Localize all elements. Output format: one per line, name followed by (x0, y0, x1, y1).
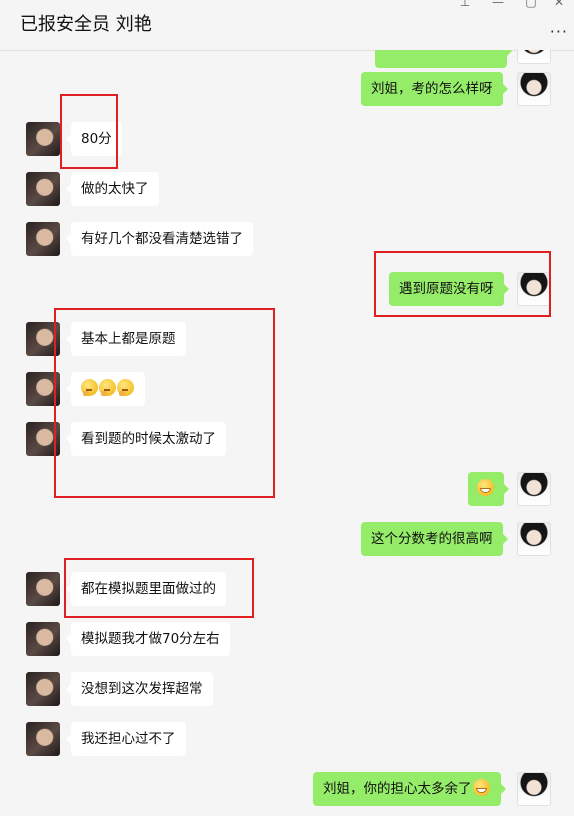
message-bubble[interactable]: 没想到这次发挥超常 (66, 672, 213, 706)
more-options-icon[interactable]: ··· (550, 22, 568, 41)
pin-icon[interactable]: ⊥ (456, 0, 474, 9)
my-avatar[interactable] (517, 772, 551, 806)
message-text: 模拟题我才做70分左右 (81, 631, 220, 647)
message-bubble[interactable]: 刘姐，你的担心太多余了 (313, 772, 505, 806)
contact-avatar[interactable] (26, 622, 60, 656)
contact-avatar[interactable] (26, 572, 60, 606)
close-icon[interactable]: ✕ (550, 0, 568, 9)
chat-title: 已报安全员 刘艳 (20, 14, 152, 35)
message-bubble[interactable]: 模拟题我才做70分左右 (66, 622, 230, 656)
contact-avatar[interactable] (26, 122, 60, 156)
message-text: 有好几个都没看清楚选错了 (81, 231, 243, 247)
maximize-icon[interactable]: ▢ (522, 0, 540, 9)
highlight-box (374, 251, 551, 317)
contact-avatar[interactable] (26, 722, 60, 756)
message-text: 刘姐，考的怎么样呀 (371, 81, 493, 97)
my-avatar[interactable] (517, 522, 551, 556)
message-bubble[interactable]: 我还担心过不了 (66, 722, 186, 756)
message-text: 没想到这次发挥超常 (81, 681, 203, 697)
message-bubble[interactable]: 有好几个都没看清楚选错了 (66, 222, 253, 256)
message-text: 我还担心过不了 (81, 731, 176, 747)
grin-emoji-icon (472, 779, 490, 796)
message-bubble[interactable]: 刘姐，考的怎么样呀 (361, 72, 507, 106)
minimize-icon[interactable]: — (489, 0, 507, 9)
contact-avatar[interactable] (26, 672, 60, 706)
chat-message-list[interactable]: 刘姐，考的怎么样呀 80分 做的太快了 有好几个都没看清楚选错了 遇到原题没有呀 (0, 50, 574, 816)
message-bubble[interactable]: 做的太快了 (66, 172, 159, 206)
message-text: 这个分数考的很高啊 (371, 531, 493, 547)
grin-emoji-icon (477, 479, 494, 496)
contact-avatar[interactable] (26, 222, 60, 256)
message-bubble[interactable] (468, 472, 509, 506)
my-avatar[interactable] (517, 50, 551, 64)
message-text: 刘姐，你的担心太多余了 (323, 781, 472, 797)
my-avatar[interactable] (517, 472, 551, 506)
highlight-box (54, 308, 275, 498)
highlight-box (60, 94, 118, 169)
contact-avatar[interactable] (26, 172, 60, 206)
message-bubble[interactable]: 这个分数考的很高啊 (361, 522, 507, 556)
title-bar: 已报安全员 刘艳 ⊥ — ▢ ✕ ··· (0, 0, 574, 51)
highlight-box (64, 558, 254, 618)
my-avatar[interactable] (517, 72, 551, 106)
message-text: 做的太快了 (81, 181, 149, 197)
message-bubble[interactable] (375, 50, 512, 68)
